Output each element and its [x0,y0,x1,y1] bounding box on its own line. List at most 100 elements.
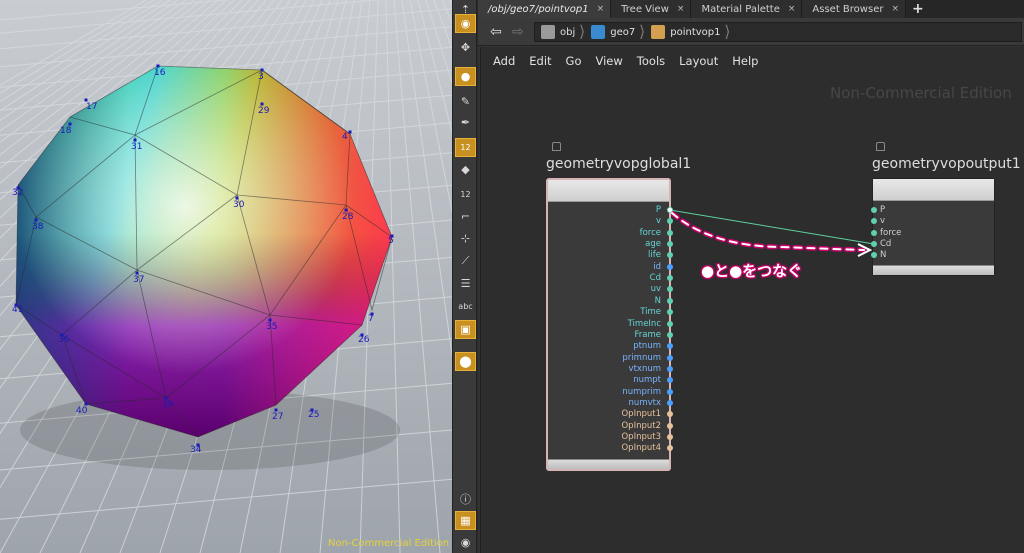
pose-tool-button[interactable]: ✥ [455,38,476,57]
lock-icon[interactable] [876,142,885,151]
close-icon[interactable]: × [597,4,605,14]
pane-tab[interactable]: /obj/geo7/pointvop1 × [478,0,612,18]
output-port-label: v [655,216,661,227]
output-port[interactable] [667,388,673,395]
close-icon[interactable]: × [891,4,899,14]
input-port[interactable] [871,229,877,236]
scene-viewport[interactable]: 16 3 17 29 18 31 4 32 30 28 38 5 37 41 7 35 36 26 39 40 27 25… [0,0,452,553]
output-port[interactable] [667,297,673,304]
network-editor[interactable]: Add Edit Go View Tools Layout Help Non-Commerc… [480,47,1024,553]
grid-tool-button[interactable]: ▦ [455,511,476,530]
breadcrumb: obj ⟩ geo7 ⟩ pointvop1 ⟩ [534,22,1022,42]
annotation-arrow [669,210,867,253]
paint-icon: ◆ [461,163,470,176]
grid-icon: ▦ [460,514,471,527]
view-tool-button[interactable]: ◉ [455,14,476,33]
output-port[interactable] [667,399,673,406]
output-port[interactable] [667,331,673,338]
eye-tool-button[interactable]: ◉ [455,533,476,552]
breadcrumb-label: pointvop1 [670,26,721,38]
brush-tool-button[interactable]: ✎ [455,92,476,111]
output-port[interactable] [667,241,673,248]
output-port-label: P [655,205,661,215]
output-port[interactable] [667,229,673,236]
tab-label: Tree View [621,3,669,15]
close-icon[interactable]: × [677,4,685,14]
vertex-numbers-tool-button[interactable]: 12 [455,185,476,204]
output-port[interactable] [667,320,673,327]
output-port[interactable] [667,354,673,361]
text-tool-button[interactable]: abc [455,297,476,316]
point-number-label: 17 [86,102,98,112]
image-tool-button[interactable]: ▣ [455,320,476,339]
close-icon[interactable]: × [788,4,796,14]
numbered-points-tool-button[interactable]: 12 [455,138,476,157]
point-number-label: 30 [233,200,245,210]
point-number-label: 3 [258,72,264,82]
network-canvas[interactable]: geometryvopglobal1 Pv force age life id Cd uv N T… [481,47,1024,553]
breadcrumb-item[interactable]: pointvop1 ⟩ [645,22,730,42]
lock-icon[interactable] [552,142,561,151]
node-header[interactable] [548,180,669,202]
point-number-label: 35 [266,322,278,332]
output-port-label: age [645,239,661,250]
pose-icon: ✥ [460,41,471,54]
point-number-label: 27 [272,412,284,422]
point-select-tool-button[interactable]: ● [455,67,476,86]
pen-tool-button[interactable]: ✒ [455,113,476,132]
output-port-label: OpInput2 [621,420,661,431]
vertex-numbers-icon: 12 [460,190,471,199]
network-pane: /obj/geo7/pointvop1 × Tree View × Material P… [478,0,1024,553]
view-icon: ◉ [460,17,471,30]
measure-icon: ⟋ [461,253,470,267]
path-bar: ⇦ ⇨ obj ⟩ geo7 ⟩ pointvop1 ⟩ [478,18,1024,46]
measure-tool-button[interactable]: ⟋ [455,251,476,270]
pane-tab[interactable]: Tree View × [611,0,692,18]
point-number-label: 7 [368,314,374,324]
point-select-icon: ● [460,70,471,83]
forward-arrow-icon[interactable]: ⇨ [512,24,524,40]
paint-tool-button[interactable]: ◆ [455,160,476,179]
input-port[interactable] [871,241,877,248]
output-port[interactable] [667,422,673,429]
pin-tool-button[interactable]: ⬤ [455,352,476,371]
point-number-label: 36 [58,335,70,345]
point-number-label: 28 [342,212,354,222]
point-marker [348,130,352,134]
output-port[interactable] [667,365,673,372]
add-tab-button[interactable]: + [906,0,930,18]
input-port-label: N [880,250,887,261]
node-footer [548,459,669,469]
connection-wire[interactable] [669,209,875,245]
point-number-label: 18 [60,126,72,136]
pane-tab[interactable]: Material Palette × [691,0,803,18]
output-port-label: numprim [622,386,661,397]
angle-tool-button[interactable]: ⌐ [455,207,476,226]
annotation-text: ●と●をつなぐ [701,262,803,280]
input-port-label: P [880,205,886,215]
pane-tab[interactable]: Asset Browser × [802,0,907,18]
output-port[interactable] [667,263,673,270]
output-port-label: life [648,250,661,261]
input-port[interactable] [871,207,877,213]
output-port[interactable] [667,207,673,213]
output-port-label: OpInput3 [621,432,661,442]
list-tool-button[interactable]: ☰ [455,274,476,293]
image-icon: ▣ [460,323,471,336]
breadcrumb-item[interactable]: geo7 ⟩ [585,22,645,42]
viewport-watermark: Non-Commercial Edition [328,538,450,549]
output-port-label: N [654,295,661,306]
houdini-window: 16 3 17 29 18 31 4 32 30 28 38 5 37 41 7 35 36 26 39 40 27 25… [0,0,1024,553]
info-tool-button[interactable]: ⓘ [455,489,476,508]
node-header[interactable] [873,179,994,201]
eye-icon: ◉ [460,536,471,549]
output-port-label: uv [650,284,661,295]
breadcrumb-item[interactable]: obj ⟩ [535,22,585,42]
output-port-label: Time [640,307,661,318]
point-number-label: 37 [133,275,145,285]
back-arrow-icon[interactable]: ⇦ [490,24,502,40]
breadcrumb-label: obj [560,26,576,38]
output-port[interactable] [667,434,673,440]
brush-icon: ✎ [460,95,471,108]
snap-tool-button[interactable]: ⊹ [455,229,476,248]
